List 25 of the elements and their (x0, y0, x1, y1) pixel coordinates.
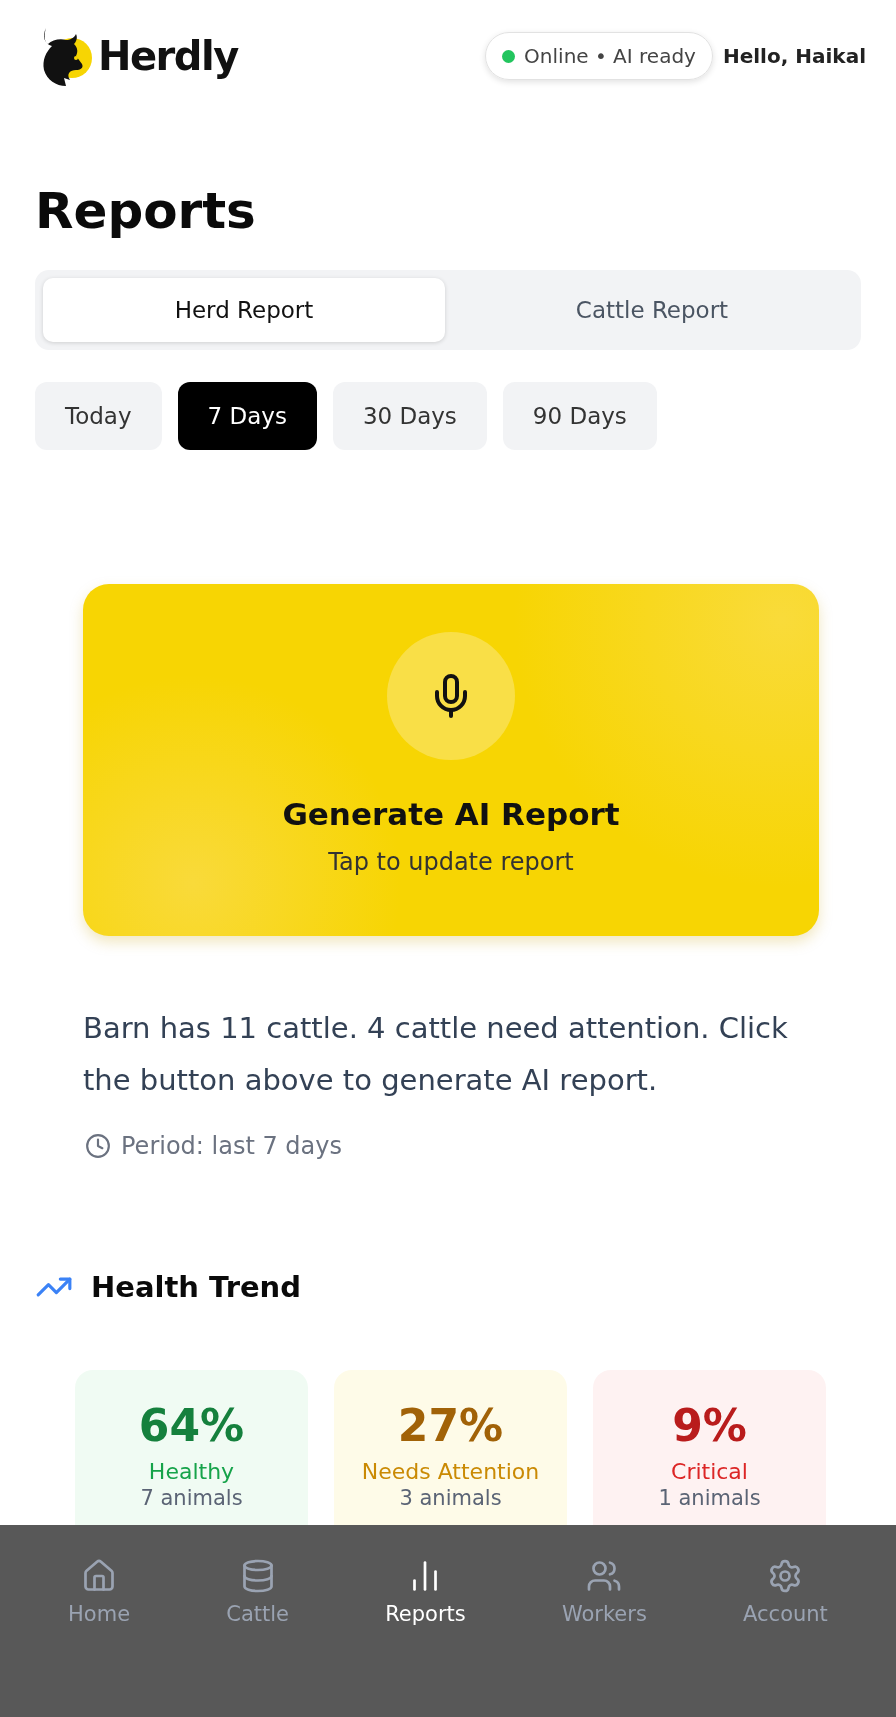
section-title: Health Trend (91, 1270, 302, 1304)
stat-count: 1 animals (658, 1486, 761, 1510)
period-chip[interactable]: 90 Days (502, 382, 657, 450)
brand-name: Herdly (98, 33, 238, 79)
stat-percent: 27% (397, 1400, 504, 1451)
stat-count: 7 animals (140, 1486, 243, 1510)
generate-report-button[interactable]: Generate AI Report Tap to update report (83, 584, 819, 936)
stat-label: Healthy (148, 1459, 235, 1484)
page-title: Reports (35, 182, 257, 240)
period-chip[interactable]: 7 Days (177, 382, 317, 450)
stat-count: 3 animals (399, 1486, 502, 1510)
stat-label: Critical (671, 1459, 748, 1484)
period-note: Period: last 7 days (121, 1132, 342, 1160)
period-chip[interactable]: 30 Days (332, 382, 487, 450)
summary-text: Barn has 11 cattle. 4 cattle need attention. Click the button above to generate AI report. (83, 1010, 789, 1099)
stat-label: Needs Attention (361, 1459, 540, 1484)
stat-percent: 9% (672, 1400, 747, 1451)
nav-item[interactable]: Reports (379, 1557, 472, 1639)
users-icon (586, 1558, 623, 1594)
report-tab[interactable]: Cattle Report (451, 278, 853, 342)
stat-percent: 64% (138, 1400, 245, 1451)
period-chip[interactable]: Today (35, 382, 162, 450)
report-tab[interactable]: Herd Report (43, 278, 445, 342)
clock-icon (85, 1133, 111, 1159)
greeting: Hello, Haikal (722, 44, 866, 68)
